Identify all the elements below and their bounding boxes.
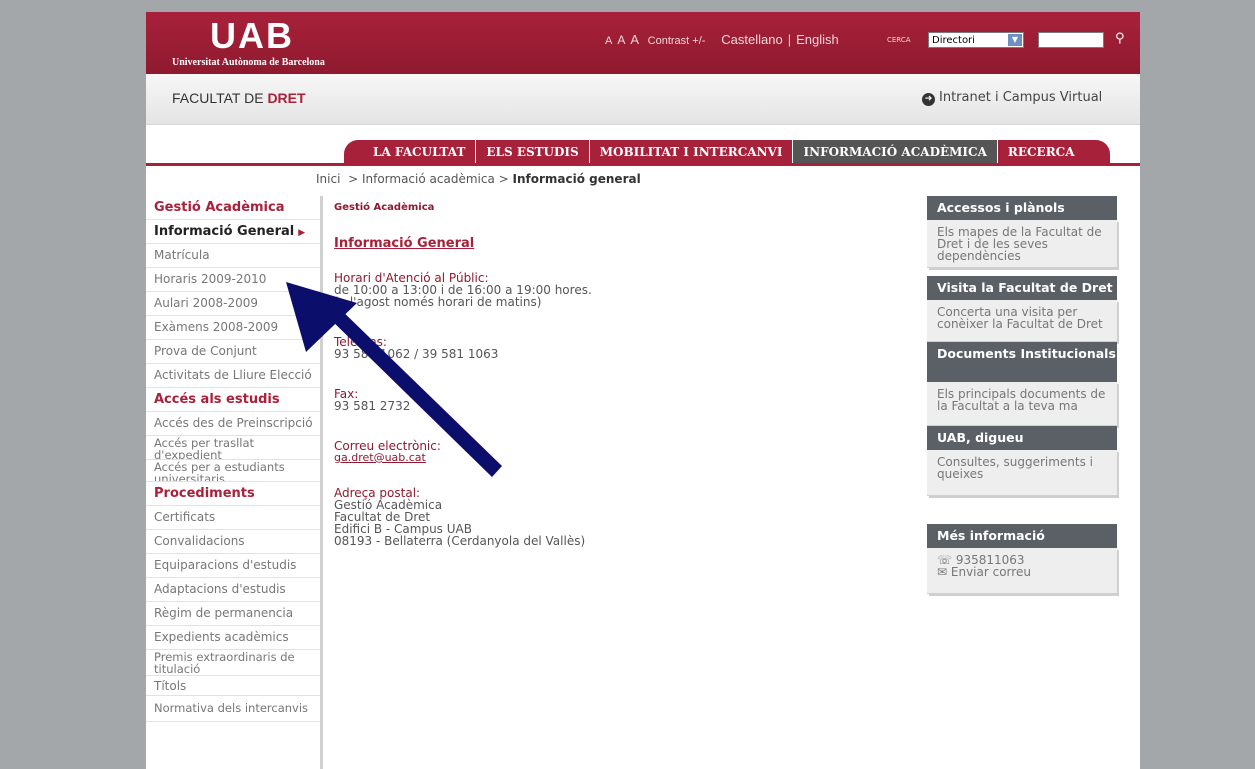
main-content: Gestió Acadèmica Informació General Hora… [334, 202, 754, 547]
box-body-documents[interactable]: Els principals documents de la Facultat … [927, 382, 1117, 426]
nav-informacio-academica[interactable]: INFORMACIÓ ACADÈMICA [793, 140, 998, 164]
page-title[interactable]: Informació General [334, 236, 474, 251]
search-scope-select[interactable]: Directori ▼ [928, 32, 1024, 48]
breadcrumb-separator: > [498, 172, 509, 186]
sidebar-item-label: Informació General [154, 224, 295, 239]
more-info-email-link[interactable]: Enviar correu [951, 565, 1031, 579]
nav-underline [146, 163, 1140, 166]
box-body-accessos[interactable]: Els mapes de la Facultat de Dret i de le… [927, 220, 1117, 268]
nav-la-facultat[interactable]: LA FACULTAT [344, 140, 477, 164]
caret-right-icon: ▶ [298, 228, 306, 238]
sidebar-item-normativa[interactable]: Normativa dels intercanvis [146, 696, 320, 722]
font-size-large-link[interactable]: A [630, 32, 639, 47]
box-title-visita[interactable]: Visita la Facultat de Dret [927, 276, 1117, 300]
sidebar-item-adaptacions[interactable]: Adaptacions d'estudis [146, 578, 320, 602]
sidebar-item-expedients[interactable]: Expedients acadèmics [146, 626, 320, 650]
annotation-arrow [286, 282, 502, 477]
search-icon[interactable]: ⚲ [1115, 31, 1125, 46]
intranet-link[interactable]: ➜ Intranet i Campus Virtual [922, 90, 1102, 106]
search-input[interactable] [1038, 32, 1104, 48]
breadcrumb-home[interactable]: Inici [316, 172, 340, 186]
font-size-small-link[interactable]: A [605, 35, 612, 47]
lang-castellano-link[interactable]: Castellano [721, 32, 782, 47]
sidebar-item-informacio-general[interactable]: Informació General ▶ [146, 220, 320, 244]
sidebar-item-premis[interactable]: Premis extraordinaris de titulació [146, 650, 320, 676]
arrow-shaft [325, 303, 502, 477]
more-info-email[interactable]: ✉ Enviar correu [937, 566, 1113, 578]
box-title-documents[interactable]: Documents Institucionals [927, 342, 1117, 382]
main-nav: LA FACULTAT ELS ESTUDIS MOBILITAT I INTE… [344, 140, 1110, 164]
sidebar-heading-procediments[interactable]: Procediments [146, 482, 320, 506]
breadcrumb-separator: > [348, 172, 359, 186]
top-header: UAB Universitat Autònoma de Barcelona AA… [146, 12, 1140, 74]
contrast-link[interactable]: Contrast +/- [648, 35, 706, 47]
search-label: CERCA [887, 36, 911, 44]
address-block: Adreça postal: Gestió Acadèmica Facultat… [334, 487, 585, 547]
sidebar-item-equiparacions[interactable]: Equiparacions d'estudis [146, 554, 320, 578]
sidebar-item-matricula[interactable]: Matrícula [146, 244, 320, 268]
box-body-uab-digueu[interactable]: Consultes, suggeriments i queixes [927, 450, 1117, 496]
faculty-title[interactable]: FACULTAT DE DRET [172, 90, 306, 106]
sidebar-item-certificats[interactable]: Certificats [146, 506, 320, 530]
nav-mobilitat[interactable]: MOBILITAT I INTERCANVI [589, 140, 794, 164]
faculty-bar: FACULTAT DE DRET ➜ Intranet i Campus Virt… [146, 74, 1140, 125]
sidebar-item-titols[interactable]: Títols [146, 676, 320, 696]
uab-logo[interactable]: UAB [210, 16, 294, 56]
nav-recerca[interactable]: RECERCA [997, 140, 1110, 164]
intranet-label: Intranet i Campus Virtual [939, 90, 1103, 105]
arrow-circle-icon: ➜ [922, 93, 935, 106]
sidebar-item-convalidacions[interactable]: Convalidacions [146, 530, 320, 554]
breadcrumb-level1[interactable]: Informació acadèmica [362, 172, 495, 186]
more-info-body: ☏ 935811063 ✉ Enviar correu [927, 548, 1117, 594]
search-scope-value: Directori [932, 35, 975, 46]
box-body-visita[interactable]: Concerta una visita per conèixer la Facu… [927, 300, 1117, 342]
sidebar-heading-gestio[interactable]: Gestió Acadèmica [146, 196, 320, 220]
chevron-down-icon[interactable]: ▼ [1008, 34, 1022, 46]
lang-separator: | [787, 32, 792, 47]
more-info-title: Més informació [927, 524, 1117, 548]
top-links: AAA Contrast +/- Castellano | English [605, 32, 844, 47]
address-line4: 08193 - Bellaterra (Cerdanyola del Vallè… [334, 534, 586, 548]
sidebar-item-permanencia[interactable]: Règim de permanencia [146, 602, 320, 626]
faculty-title-prefix: FACULTAT DE [172, 90, 264, 106]
font-size-medium-link[interactable]: A [617, 33, 625, 47]
box-title-accessos[interactable]: Accessos i plànols [927, 196, 1117, 220]
section-title: Gestió Acadèmica [334, 202, 435, 213]
box-title-uab-digueu[interactable]: UAB, digueu [927, 426, 1117, 450]
lang-english-link[interactable]: English [796, 32, 839, 47]
breadcrumb-current: Informació general [512, 172, 641, 186]
nav-els-estudis[interactable]: ELS ESTUDIS [476, 140, 590, 164]
envelope-icon: ✉ [937, 565, 948, 579]
faculty-title-highlight: DRET [267, 90, 306, 106]
uab-logo-subtitle: Universitat Autònoma de Barcelona [172, 57, 325, 68]
breadcrumb: Inici > Informació acadèmica > Informaci… [316, 172, 641, 186]
